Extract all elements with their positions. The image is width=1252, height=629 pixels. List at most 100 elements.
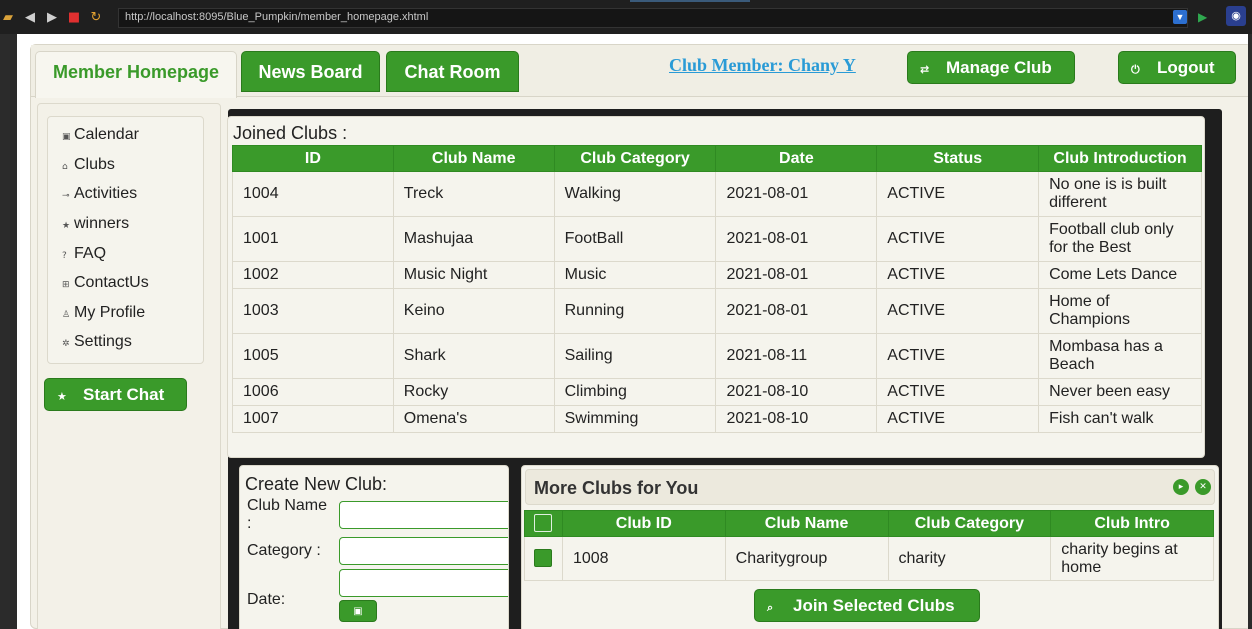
table-cell: ACTIVE bbox=[876, 378, 1040, 406]
active-tab-indicator bbox=[630, 0, 750, 2]
eclipse-icon[interactable]: ◉ bbox=[1226, 6, 1246, 26]
nav-item-label: Settings bbox=[74, 333, 132, 350]
table-row[interactable]: 1001 Mashujaa FootBall 2021-08-01 ACTIVE Foot… bbox=[232, 216, 1202, 262]
panel-title: More Clubs for You bbox=[534, 478, 699, 498]
date-input[interactable] bbox=[339, 569, 508, 597]
url-dropdown-icon[interactable]: ▼ bbox=[1173, 10, 1187, 24]
table-row[interactable]: 1006 Rocky Climbing 2021-08-10 ACTIVE Never b… bbox=[232, 378, 1202, 406]
nav-item-clubs[interactable]: ⌂ Clubs bbox=[62, 154, 115, 176]
table-cell: Keino bbox=[392, 288, 555, 334]
table-cell: charity bbox=[887, 536, 1052, 581]
create-club-panel: Create New Club: Club Name : Category : … bbox=[239, 465, 509, 629]
nav-item-label: My Profile bbox=[74, 304, 146, 321]
nav-item-label: winners bbox=[74, 215, 130, 232]
column-header[interactable]: Club Category bbox=[553, 145, 717, 172]
club-name-input[interactable] bbox=[339, 501, 508, 529]
table-cell: ACTIVE bbox=[876, 288, 1040, 334]
expand-icon[interactable]: ▸ bbox=[1173, 479, 1189, 495]
calendar-button[interactable]: ▣ bbox=[339, 600, 377, 622]
nav-menu: ▣ Calendar ⌂ Clubs ⊸ Activities ★ winners ? F… bbox=[47, 116, 204, 364]
table-cell: 2021-08-10 bbox=[715, 405, 878, 433]
column-header[interactable]: Status bbox=[876, 145, 1040, 172]
pin-icon: ⊸ bbox=[62, 191, 70, 201]
nav-item-faq[interactable]: ? FAQ bbox=[62, 243, 106, 265]
table-row[interactable]: 1003 Keino Running 2021-08-01 ACTIVE Home of … bbox=[232, 288, 1202, 334]
table-cell: Never been easy bbox=[1038, 378, 1202, 406]
button-label: Join Selected Clubs bbox=[793, 596, 955, 615]
table-cell: Mombasa has a Beach bbox=[1038, 333, 1202, 379]
join-selected-clubs-button[interactable]: ⌕ Join Selected Clubs bbox=[754, 589, 980, 622]
calendar-icon: ▣ bbox=[353, 606, 363, 617]
table-cell: Climbing bbox=[553, 378, 717, 406]
tab-view: Member Homepage News Board Chat Room Clu… bbox=[30, 44, 1248, 629]
select-all-header[interactable] bbox=[524, 510, 563, 537]
table-cell: 2021-08-10 bbox=[715, 378, 878, 406]
table-cell: Rocky bbox=[392, 378, 555, 406]
table-cell: No one is is built different bbox=[1038, 171, 1202, 217]
address-bar[interactable]: http://localhost:8095/Blue_Pumpkin/membe… bbox=[118, 8, 1188, 28]
column-header[interactable]: Club Name bbox=[724, 510, 889, 537]
table-row[interactable]: 1005 Shark Sailing 2021-08-11 ACTIVE Mombasa … bbox=[232, 333, 1202, 379]
forward-arrow-icon[interactable]: ▶ bbox=[44, 10, 60, 26]
row-checkbox[interactable] bbox=[534, 549, 553, 568]
logout-button[interactable]: ⏻ Logout bbox=[1118, 51, 1236, 84]
nav-item-contactus[interactable]: ⊞ ContactUs bbox=[62, 272, 149, 294]
table-cell: Music bbox=[553, 261, 717, 289]
select-all-checkbox[interactable] bbox=[534, 514, 553, 533]
manage-club-button[interactable]: ⇄ Manage Club bbox=[907, 51, 1075, 84]
left-gutter bbox=[0, 34, 17, 629]
nav-item-settings[interactable]: ✲ Settings bbox=[62, 331, 132, 353]
table-header-row: ID Club Name Club Category Date Status C… bbox=[232, 145, 1202, 172]
column-header[interactable]: Club Category bbox=[887, 510, 1052, 537]
table-row[interactable]: 1007 Omena's Swimming 2021-08-10 ACTIVE Fish … bbox=[232, 405, 1202, 433]
table-header-row: Club ID Club Name Club Category Club Int… bbox=[524, 510, 1214, 537]
table-cell: 2021-08-01 bbox=[715, 216, 878, 262]
refresh-icon[interactable]: ↻ bbox=[88, 10, 104, 26]
table-cell: Music Night bbox=[392, 261, 555, 289]
nav-item-my-profile[interactable]: ♙ My Profile bbox=[62, 302, 145, 324]
column-header[interactable]: Club ID bbox=[561, 510, 726, 537]
member-profile-link[interactable]: Club Member: Chany Y bbox=[669, 55, 856, 76]
table-cell: Home of Champions bbox=[1038, 288, 1202, 334]
folder-icon[interactable]: ▰ bbox=[0, 10, 16, 26]
help-icon: ? bbox=[62, 251, 67, 261]
column-header[interactable]: Date bbox=[715, 145, 878, 172]
stop-icon[interactable]: ■ bbox=[66, 10, 82, 26]
joined-clubs-table: ID Club Name Club Category Date Status C… bbox=[232, 145, 1202, 433]
column-header[interactable]: Club Name bbox=[392, 145, 555, 172]
table-cell: 1007 bbox=[232, 405, 394, 433]
joined-clubs-panel: Joined Clubs : ID Club Name Club Categor… bbox=[227, 116, 1205, 458]
url-text[interactable]: http://localhost:8095/Blue_Pumpkin/membe… bbox=[125, 11, 428, 23]
back-arrow-icon[interactable]: ◀ bbox=[22, 10, 38, 26]
tab-member-homepage[interactable]: Member Homepage bbox=[35, 51, 237, 98]
tab-chat-room[interactable]: Chat Room bbox=[386, 51, 519, 92]
table-cell: 1003 bbox=[232, 288, 394, 334]
close-icon[interactable]: ✕ bbox=[1195, 479, 1211, 495]
table-cell: Mashujaa bbox=[392, 216, 555, 262]
contact-icon: ⊞ bbox=[62, 280, 70, 290]
table-cell: Come Lets Dance bbox=[1038, 261, 1202, 289]
nav-item-calendar[interactable]: ▣ Calendar bbox=[62, 124, 139, 146]
table-cell: Walking bbox=[553, 171, 717, 217]
tab-news-board[interactable]: News Board bbox=[241, 51, 380, 92]
nav-item-activities[interactable]: ⊸ Activities bbox=[62, 183, 137, 205]
table-row[interactable]: 1002 Music Night Music 2021-08-01 ACTIVE Come… bbox=[232, 261, 1202, 289]
browser-toolbar: ▰ ◀ ▶ ■ ↻ http://localhost:8095/Blue_Pum… bbox=[0, 0, 1252, 34]
category-input[interactable] bbox=[339, 537, 508, 565]
table-cell: 2021-08-01 bbox=[715, 171, 878, 217]
table-cell: Sailing bbox=[553, 333, 717, 379]
left-panel: ▣ Calendar ⌂ Clubs ⊸ Activities ★ winners ? F… bbox=[37, 103, 221, 629]
start-chat-button[interactable]: ★ Start Chat bbox=[44, 378, 187, 411]
nav-item-winners[interactable]: ★ winners bbox=[62, 213, 129, 235]
select-cell[interactable] bbox=[524, 536, 563, 581]
column-header[interactable]: ID bbox=[232, 145, 394, 172]
table-row[interactable]: 1004 Treck Walking 2021-08-01 ACTIVE No one i… bbox=[232, 171, 1202, 217]
home-icon: ⌂ bbox=[62, 162, 68, 172]
tab-label: Chat Room bbox=[404, 62, 501, 82]
go-icon[interactable]: ▶ bbox=[1198, 10, 1212, 24]
category-label: Category : bbox=[247, 542, 321, 559]
table-row[interactable]: 1008 Charitygroup charity charity begins at… bbox=[524, 536, 1214, 581]
more-clubs-header: More Clubs for You ▸ ✕ bbox=[525, 469, 1215, 505]
column-header[interactable]: Club Intro bbox=[1050, 510, 1214, 537]
column-header[interactable]: Club Introduction bbox=[1038, 145, 1202, 172]
